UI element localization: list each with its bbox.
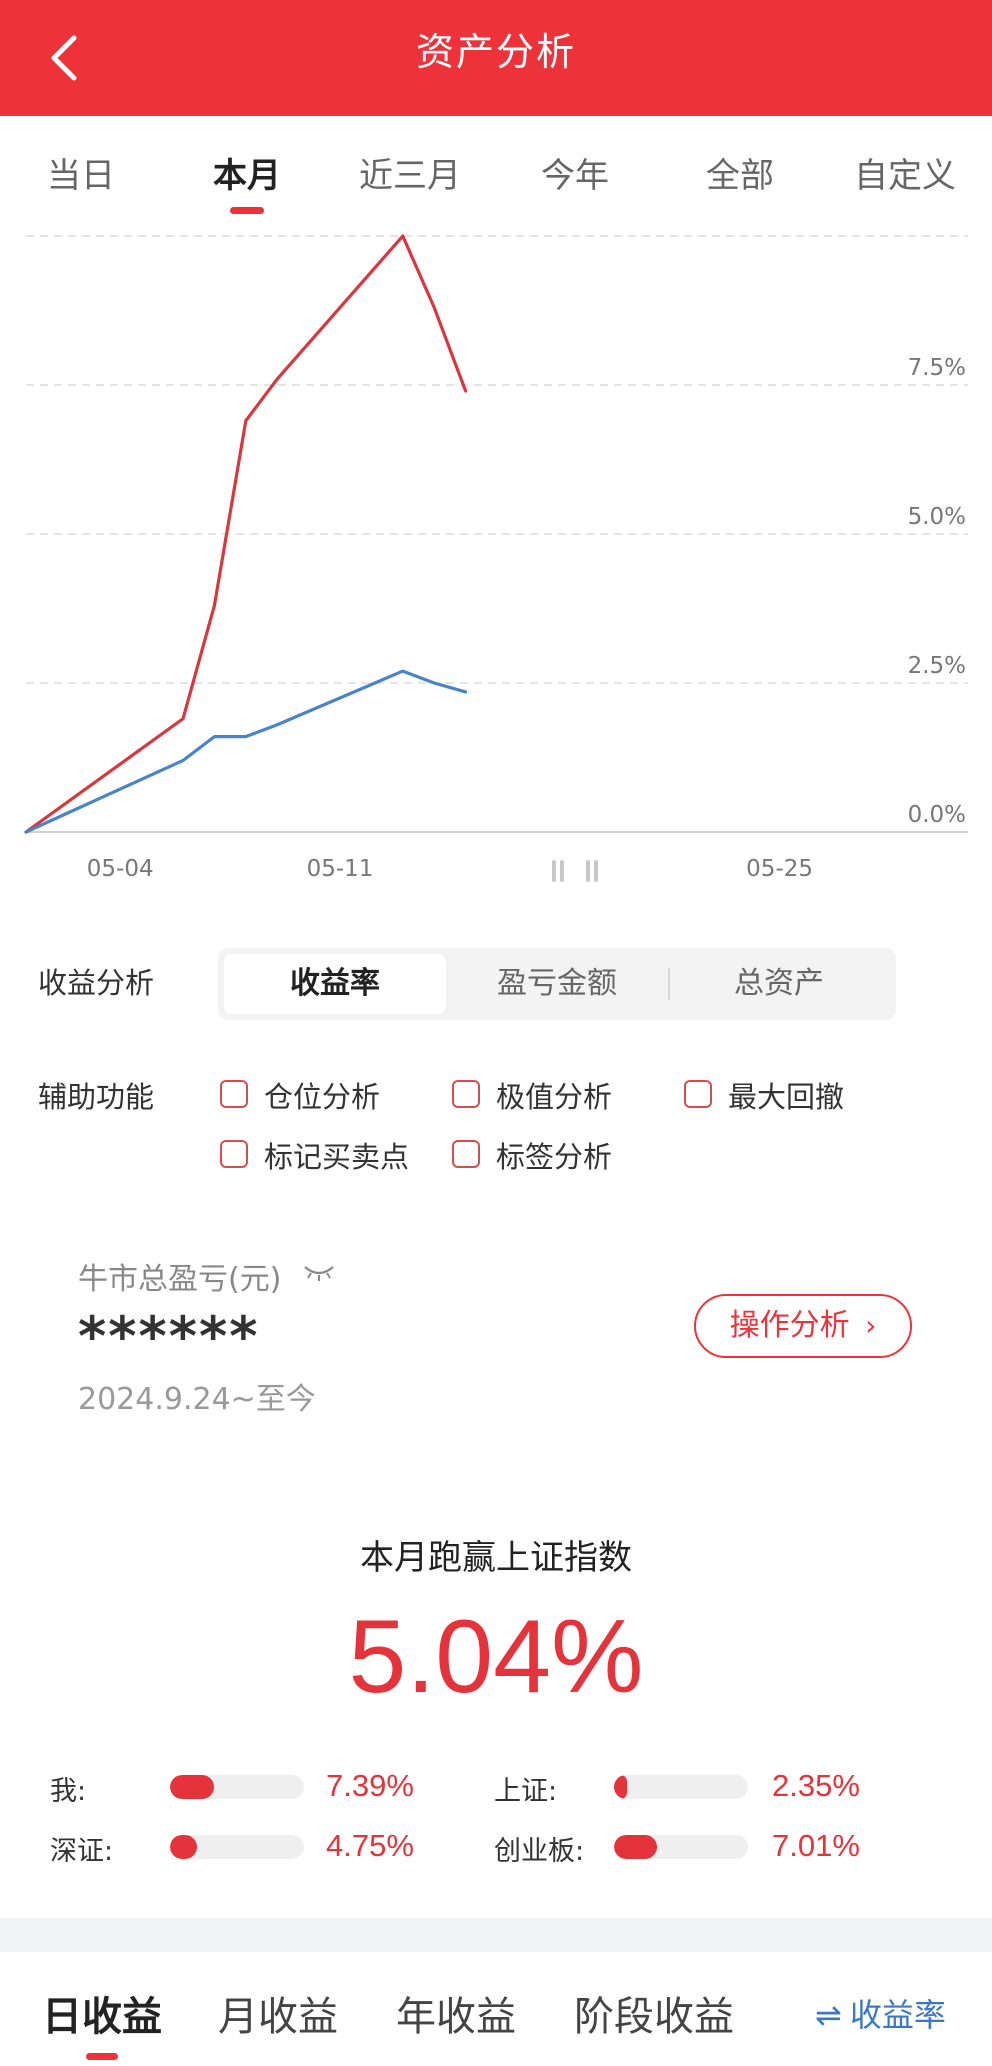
tab-custom[interactable]: 自定义 [830,148,980,197]
bull-period: 2024.9.24~至今 [78,1382,316,1417]
yield-line-chart[interactable]: 0.0% 2.5% 5.0% 7.5% 05-04 05-11 05-25 [0,228,992,888]
cmp-me-value: 7.39% [326,1768,414,1803]
chart-drag-handle [586,860,590,882]
cmp-cyb-bar-fill [614,1835,657,1859]
checkbox-position-label[interactable]: 仓位分析 [264,1074,380,1116]
series-line-0 [24,234,468,834]
cmp-sh-bar [614,1775,748,1799]
x-tick-label: 05-04 [87,856,154,882]
cmp-sh-label: 上证: [494,1776,558,1807]
tab-active-indicator [230,207,264,214]
tab-three-months[interactable]: 近三月 [335,148,485,197]
checkbox-trade-points-label[interactable]: 标记买卖点 [264,1134,409,1176]
cmp-sz-label: 深证: [50,1836,114,1867]
checkbox-tag-label[interactable]: 标签分析 [496,1134,612,1176]
y-tick-label: 0.0% [908,802,966,828]
cmp-cyb-label: 创业板: [494,1836,585,1867]
cmp-sz-bar-fill [170,1835,197,1859]
cmp-me-bar-fill [170,1775,215,1799]
cmp-sz-bar [170,1835,304,1859]
yield-toggle[interactable]: ⇌ 收益率 [815,1990,946,2036]
operation-analysis-label: 操作分析 [729,1308,850,1343]
tab-this-month[interactable]: 本月 [172,148,322,197]
segment-profit-amount[interactable]: 盈亏金额 [446,960,668,1008]
chart-drag-handle [594,860,598,882]
x-tick-label: 05-25 [746,856,813,882]
checkbox-extreme-label[interactable]: 极值分析 [496,1074,612,1116]
swap-icon: ⇌ [815,1996,842,2034]
analysis-label: 收益分析 [38,966,155,1000]
bull-profit-value: ****** [78,1305,260,1368]
checkbox-max-drawdown[interactable] [684,1080,712,1108]
chevron-right-icon: › [865,1309,877,1342]
x-tick-label: 05-11 [307,856,374,882]
cmp-me-bar [170,1775,304,1799]
checkbox-trade-points[interactable] [220,1140,248,1168]
chart-drag-handle [560,860,564,882]
aux-label: 辅助功能 [38,1080,155,1114]
checkbox-extreme[interactable] [452,1080,480,1108]
y-tick-label: 7.5% [908,355,966,381]
section-divider [0,1918,992,1952]
tab-today[interactable]: 当日 [6,148,156,197]
checkbox-max-drawdown-label[interactable]: 最大回撤 [728,1074,844,1116]
segment-total-assets[interactable]: 总资产 [668,960,890,1008]
checkbox-position[interactable] [220,1080,248,1108]
cmp-sh-bar-fill [614,1775,628,1799]
beat-index-value: 5.04% [348,1599,644,1715]
operation-analysis-button[interactable]: 操作分析 › [694,1294,912,1358]
tab-daily-yield[interactable]: 日收益 [42,1984,162,2042]
y-tick-label: 5.0% [908,504,966,530]
tab-stage-yield[interactable]: 阶段收益 [574,1984,734,2042]
cmp-cyb-bar [614,1835,748,1859]
tab-monthly-yield[interactable]: 月收益 [218,1984,338,2042]
cmp-cyb-value: 7.01% [772,1828,860,1863]
tab-this-year[interactable]: 今年 [500,148,650,197]
beat-index-label: 本月跑赢上证指数 [360,1538,632,1578]
cmp-sh-value: 2.35% [772,1768,860,1803]
y-tick-label: 2.5% [908,653,966,679]
chart-drag-handle [552,860,556,882]
bull-profit-label: 牛市总盈亏(元) [78,1262,282,1297]
cmp-sz-value: 4.75% [326,1828,414,1863]
yield-toggle-label: 收益率 [849,1996,946,2034]
checkbox-tag[interactable] [452,1140,480,1168]
tab-all[interactable]: 全部 [665,148,815,197]
page-title: 资产分析 [415,30,576,74]
tab-yearly-yield[interactable]: 年收益 [396,1984,516,2042]
bottom-tab-indicator [86,2053,118,2060]
series-line-1 [24,669,468,834]
cmp-me-label: 我: [50,1776,87,1807]
segment-yield-rate[interactable]: 收益率 [224,960,446,1008]
eye-closed-icon[interactable] [302,1262,336,1282]
